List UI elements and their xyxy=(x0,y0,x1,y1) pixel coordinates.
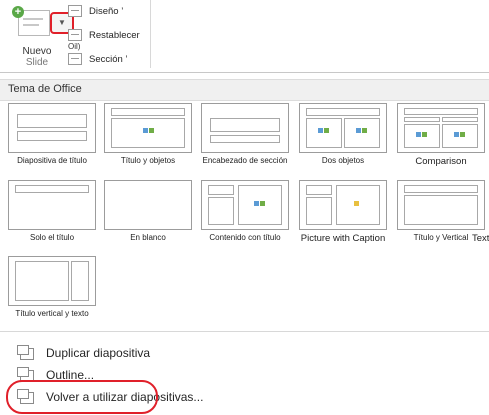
layout-thumbnail xyxy=(8,180,96,230)
ribbon: + ▼ Nuevo Slide Diseño ’ Oil) Restablece… xyxy=(0,0,489,72)
theme-header-label: Tema de Office xyxy=(8,83,82,95)
section-button[interactable]: Sección ’ xyxy=(68,52,148,68)
layout-title-content[interactable]: Título y objetos xyxy=(104,103,192,175)
layout-label: Dos objetos xyxy=(321,156,365,165)
layout-label: Picture with Caption xyxy=(300,233,386,244)
reuse-slides-highlight xyxy=(6,380,158,414)
reset-icon xyxy=(68,29,82,41)
reset-button[interactable]: Restablecer xyxy=(68,28,148,44)
layout-label: Encabezado de sección xyxy=(202,156,288,165)
layout-section-header[interactable]: Encabezado de sección xyxy=(201,103,289,175)
layout-thumbnail xyxy=(8,256,96,306)
layout-title-slide[interactable]: Diapositiva de título xyxy=(8,103,96,175)
layout-label: Solo el título xyxy=(29,233,75,242)
layout-label: Diseño ’ xyxy=(89,6,124,17)
layout-comparison[interactable]: Comparison xyxy=(397,103,485,175)
layout-label-text-partial[interactable]: Text xyxy=(472,233,489,244)
duplicate-slide-icon xyxy=(17,345,34,360)
layout-thumbnail xyxy=(201,180,289,230)
section-icon xyxy=(68,53,82,65)
reset-label: Restablecer xyxy=(89,30,140,41)
layout-button[interactable]: Diseño ’ xyxy=(68,4,148,20)
layout-thumbnail xyxy=(104,180,192,230)
layout-thumbnail xyxy=(299,103,387,153)
layout-two-content[interactable]: Dos objetos xyxy=(299,103,387,175)
layout-thumbnail xyxy=(201,103,289,153)
layout-label: Diapositiva de título xyxy=(17,156,87,165)
layout-label: Contenido con título xyxy=(209,233,281,242)
slides-group: + ▼ Nuevo Slide Diseño ’ Oil) Restablece… xyxy=(0,0,151,68)
plus-icon: + xyxy=(12,6,24,18)
layout-thumbnail xyxy=(104,103,192,153)
layout-label: Título y objetos xyxy=(120,156,176,165)
layout-thumbnail xyxy=(8,103,96,153)
layout-icon xyxy=(68,5,82,17)
menu-divider xyxy=(0,331,489,332)
new-slide-button[interactable]: + ▼ Nuevo Slide xyxy=(12,2,74,68)
theme-header: Tema de Office xyxy=(0,79,489,101)
layout-blank[interactable]: En blanco xyxy=(104,180,192,252)
layout-label: Título vertical y texto xyxy=(15,309,89,318)
new-slide-dropdown-panel: Tema de Office Diapositiva de título Tít… xyxy=(0,72,489,415)
layout-title-only[interactable]: Solo el título xyxy=(8,180,96,252)
layout-content-caption[interactable]: Contenido con título xyxy=(201,180,289,252)
layout-thumbnail xyxy=(299,180,387,230)
layout-vertical-title-text[interactable]: Título vertical y texto xyxy=(8,256,96,328)
new-slide-label-line1: Nuevo xyxy=(22,46,52,57)
duplicate-slide-label: Duplicar diapositiva xyxy=(46,346,151,360)
layout-thumbnail xyxy=(397,103,485,153)
layout-label: En blanco xyxy=(130,233,166,242)
layout-thumbnail xyxy=(397,180,485,230)
layout-picture-caption[interactable]: Picture with Caption xyxy=(299,180,387,252)
duplicate-slide-menu-item[interactable]: Duplicar diapositiva xyxy=(17,345,480,365)
new-slide-label: Nuevo Slide xyxy=(12,46,62,68)
layout-label: Comparison xyxy=(415,156,467,167)
section-label: Sección ’ xyxy=(89,54,128,65)
new-slide-label-line2: Slide xyxy=(25,57,49,68)
